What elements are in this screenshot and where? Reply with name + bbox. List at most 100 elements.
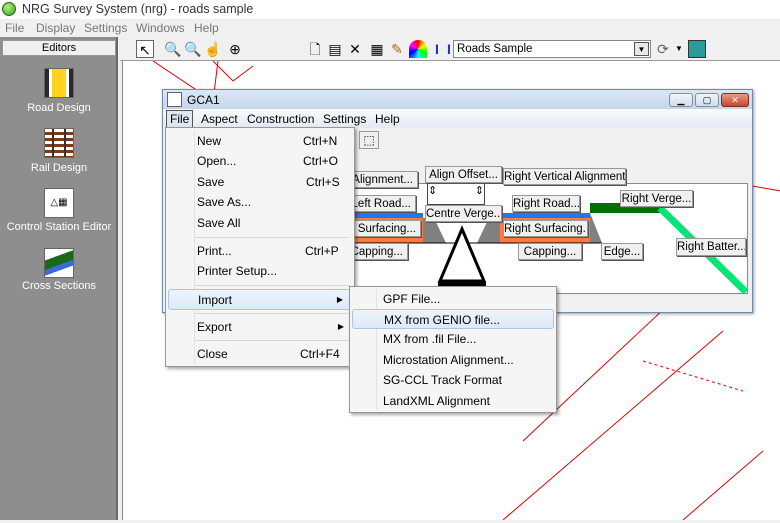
gca-menu-help[interactable]: Help	[375, 112, 400, 126]
menu-item-mx-from-fil[interactable]: MX from .fil File...	[352, 329, 554, 349]
menu-item-export[interactable]: Export ▶	[168, 317, 352, 337]
menu-item-gpf-file[interactable]: GPF File...	[352, 289, 554, 309]
zoom-out-icon[interactable]: 🔍	[164, 40, 182, 58]
menu-separator	[194, 313, 350, 314]
sidebar-item-rail-design[interactable]: Rail Design	[0, 162, 118, 174]
sidebar-item-cross-sections[interactable]: Cross Sections	[0, 280, 118, 292]
up-down-arrow-icon: ⇕	[428, 185, 438, 197]
window-title: NRG Survey System (nrg) - roads sample	[22, 2, 254, 16]
shortcut: Ctrl+N	[303, 134, 338, 148]
right-verge-button[interactable]: Right Verge...	[620, 190, 693, 207]
menu-separator	[194, 237, 350, 238]
gca-menu-aspect[interactable]: Aspect	[201, 112, 238, 126]
menu-settings[interactable]: Settings	[84, 21, 127, 35]
3d-view-icon[interactable]: ⬚	[359, 131, 379, 149]
label: GPF File...	[383, 292, 441, 306]
title-bar: NRG Survey System (nrg) - roads sample	[0, 0, 780, 19]
right-surface	[500, 213, 590, 218]
label: Export	[197, 320, 232, 334]
up-down-arrow-icon: ⇕	[474, 185, 484, 197]
menu-item-new[interactable]: New Ctrl+N	[168, 131, 352, 151]
label: SG-CCL Track Format	[383, 373, 502, 387]
label: MX from GENIO file...	[384, 313, 501, 327]
editors-header: Editors	[2, 40, 116, 56]
edit-icon[interactable]: ✎	[388, 40, 406, 58]
gca-menu-file[interactable]: File	[166, 110, 194, 128]
menu-file[interactable]: File	[5, 21, 24, 35]
menu-display[interactable]: Display	[36, 21, 75, 35]
new-document-icon[interactable]: 🗋	[306, 40, 324, 58]
shortcut: Ctrl+O	[303, 154, 339, 168]
menu-item-landxml[interactable]: LandXML Alignment	[352, 391, 554, 411]
pan-icon[interactable]: ☝	[204, 40, 222, 58]
zoom-extents-icon[interactable]: 🔍	[184, 40, 202, 58]
menu-item-save-all[interactable]: Save All	[168, 213, 352, 233]
table-icon[interactable]: ▦	[368, 40, 386, 58]
menu-item-sg-ccl-track[interactable]: SG-CCL Track Format	[352, 370, 554, 390]
road-design-icon[interactable]	[44, 68, 74, 98]
alignment-line	[682, 450, 764, 521]
app-logo-icon	[2, 2, 16, 16]
edge	[590, 213, 602, 243]
select-arrow-icon[interactable]: ↖	[136, 40, 154, 58]
menu-item-open[interactable]: Open... Ctrl+O	[168, 151, 352, 171]
centre-verge-button[interactable]: Centre Verge...	[425, 205, 502, 222]
control-station-icon[interactable]: △▦	[44, 188, 74, 218]
right-surfacing-button[interactable]: Right Surfacing...	[503, 220, 588, 237]
sidebar-item-control-station-editor[interactable]: Control Station Editor	[0, 221, 118, 233]
refresh-dropdown-icon[interactable]: ▼	[670, 40, 688, 58]
label: Import	[198, 293, 233, 307]
close-button[interactable]: ✕	[721, 93, 749, 107]
right-batter-button[interactable]: Right Batter...	[676, 238, 746, 256]
menu-item-printer-setup[interactable]: Printer Setup...	[168, 261, 352, 281]
menu-item-save-as[interactable]: Save As...	[168, 192, 352, 212]
label: Close	[197, 347, 228, 361]
gca1-title-bar: GCA1 ▁ ▢ ✕	[163, 90, 752, 109]
right-vertical-alignment-button[interactable]: Right Vertical Alignment...	[503, 168, 626, 185]
gca1-title: GCA1	[187, 93, 220, 107]
shortcut: Ctrl+S	[306, 175, 340, 189]
colour-icon[interactable]	[409, 40, 427, 58]
minimize-button[interactable]: ▁	[669, 93, 693, 107]
right-capping-button[interactable]: Capping...	[518, 243, 582, 260]
alignment-combo[interactable]: Roads Sample ▼	[453, 40, 651, 58]
chevron-down-icon[interactable]: ▼	[634, 42, 649, 56]
label: LandXML Alignment	[383, 394, 490, 408]
menu-item-close[interactable]: Close Ctrl+F4	[168, 344, 352, 364]
delete-icon[interactable]: ✕	[346, 40, 364, 58]
alignment-line	[212, 60, 254, 82]
menu-item-import[interactable]: Import ▶	[168, 289, 352, 310]
menu-separator	[194, 285, 350, 286]
submenu-arrow-icon: ▶	[336, 295, 343, 304]
map-icon[interactable]	[688, 40, 706, 58]
import-submenu: GPF File... MX from GENIO file... MX fro…	[349, 286, 557, 413]
menu-item-print[interactable]: Print... Ctrl+P	[168, 241, 352, 261]
main-menubar: File Display Settings Windows Help	[0, 19, 780, 37]
centre-arrow-icon	[437, 225, 487, 283]
label: Save	[197, 175, 225, 189]
toolbar: ↖ 🔍 🔍 ☝ ⊕ 🗋 ▤ ✕ ▦ ✎ I I Roads Sample ▼ ⟳ …	[120, 37, 780, 61]
sidebar-item-road-design[interactable]: Road Design	[0, 102, 118, 114]
zoom-in-icon[interactable]: ⊕	[226, 40, 244, 58]
menu-help[interactable]: Help	[194, 21, 219, 35]
align-offset-indicator: ⇕ ⇕	[427, 183, 485, 205]
rail-design-icon[interactable]	[44, 128, 74, 158]
submenu-arrow-icon: ▶	[337, 322, 344, 331]
shortcut: Ctrl+F4	[300, 347, 340, 361]
menu-item-microstation-alignment[interactable]: Microstation Alignment...	[352, 350, 554, 370]
menu-windows[interactable]: Windows	[136, 21, 185, 35]
right-road-button[interactable]: Right Road...	[512, 195, 580, 212]
label: Print...	[197, 244, 232, 258]
align-offset-button[interactable]: Align Offset...	[425, 166, 502, 183]
file-menu: New Ctrl+N Open... Ctrl+O Save Ctrl+S Save …	[165, 127, 355, 367]
menu-item-save[interactable]: Save Ctrl+S	[168, 172, 352, 192]
menu-item-mx-from-genio[interactable]: MX from GENIO file...	[352, 309, 554, 329]
gca-menu-construction[interactable]: Construction	[247, 112, 314, 126]
maximize-button[interactable]: ▢	[695, 93, 719, 107]
label: Save As...	[197, 195, 252, 209]
cross-sections-icon[interactable]	[44, 248, 74, 278]
gca-menu-settings[interactable]: Settings	[323, 112, 366, 126]
edge-button[interactable]: Edge...	[601, 243, 643, 260]
properties-icon[interactable]: ▤	[326, 40, 344, 58]
gca-app-icon	[167, 92, 182, 107]
